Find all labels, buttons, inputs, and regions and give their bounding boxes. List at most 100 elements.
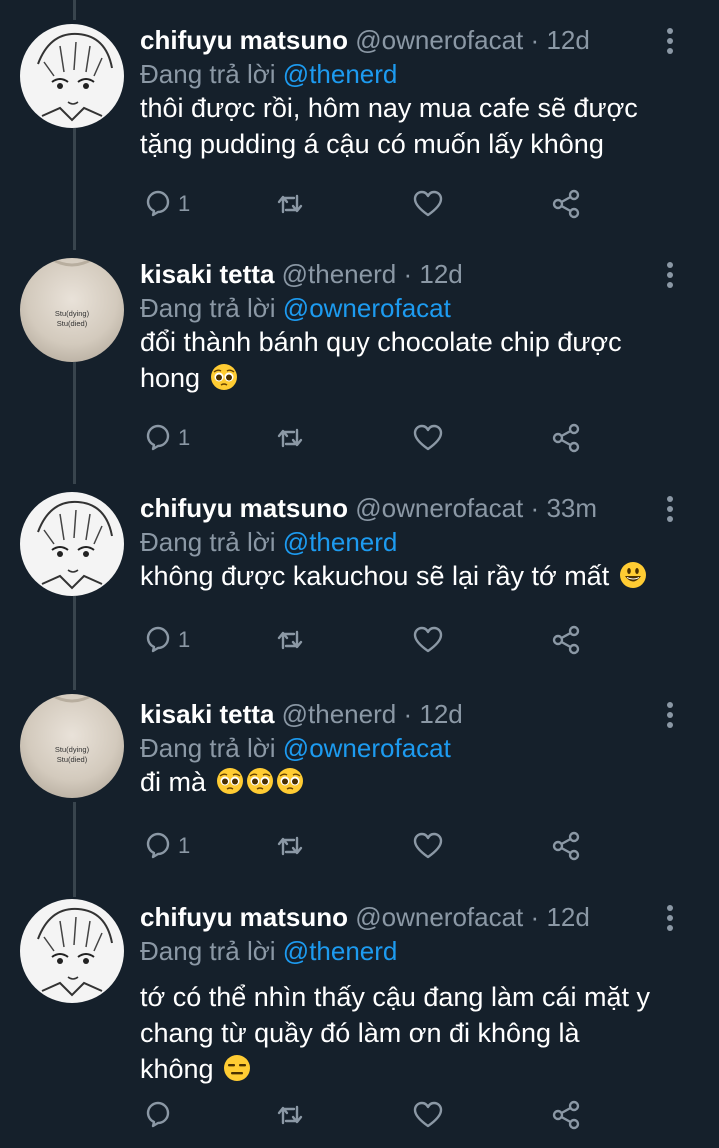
reply-context: Đang trả lời @thenerd — [140, 56, 397, 92]
tweet[interactable]: chifuyu matsuno @ownerofacat · 33m Đang … — [0, 490, 719, 680]
like-icon — [413, 424, 443, 451]
tweet-text: đổi thành bánh quy chocolate chip được h… — [140, 324, 680, 396]
avatar-shirt-photo: Stu(dying) Stu(died) — [49, 258, 95, 328]
avatar[interactable]: Stu(dying) Stu(died) — [20, 694, 124, 798]
avatar[interactable]: Stu(dying) Stu(died) — [20, 258, 124, 362]
avatar[interactable] — [20, 492, 124, 596]
tweet[interactable]: Stu(dying) Stu(died) kisaki tetta @thene… — [0, 256, 719, 476]
reply-prefix: Đang trả lời — [140, 527, 276, 557]
reply-context: Đang trả lời @thenerd — [140, 524, 397, 560]
timestamp[interactable]: 12d — [546, 902, 589, 932]
display-name[interactable]: kisaki tetta — [140, 259, 274, 289]
user-handle[interactable]: @thenerd — [282, 699, 397, 729]
shirt-text: Stu(died) — [57, 755, 88, 764]
tweet-text: đi mà — [140, 764, 680, 800]
user-handle[interactable]: @ownerofacat — [355, 902, 523, 932]
retweet-icon — [277, 428, 303, 448]
text-line: tớ có thể nhìn thấy cậu đang làm cái mặt… — [140, 982, 650, 1012]
reply-icon — [146, 626, 170, 653]
timestamp[interactable]: 12d — [546, 25, 589, 55]
text-line: tặng pudding á cậu có muốn lấy không — [140, 129, 604, 159]
tweet-header: chifuyu matsuno @ownerofacat · 12d — [140, 899, 659, 935]
like-button[interactable] — [412, 1095, 444, 1135]
share-button[interactable] — [550, 620, 582, 660]
like-button[interactable] — [412, 184, 444, 224]
pleading-face-emoji — [210, 364, 237, 390]
retweet-icon — [277, 194, 303, 214]
like-button[interactable] — [412, 418, 444, 458]
retweet-button[interactable] — [274, 1095, 306, 1135]
timestamp[interactable]: 12d — [419, 699, 462, 729]
reply-icon — [146, 1101, 170, 1128]
user-handle[interactable]: @ownerofacat — [355, 25, 523, 55]
mention-link[interactable]: @ownerofacat — [283, 733, 451, 763]
reply-prefix: Đang trả lời — [140, 293, 276, 323]
mention-link[interactable]: @thenerd — [283, 527, 398, 557]
retweet-button[interactable] — [274, 826, 306, 866]
action-bar: 1 — [140, 826, 600, 866]
reply-button[interactable]: 1 — [142, 620, 190, 660]
text-line: không được kakuchou sẽ lại rầy tớ mất — [140, 561, 610, 591]
more-icon[interactable] — [665, 262, 675, 290]
display-name[interactable]: chifuyu matsuno — [140, 493, 348, 523]
tweet-header: kisaki tetta @thenerd · 12d — [140, 696, 659, 732]
display-name[interactable]: chifuyu matsuno — [140, 25, 348, 55]
mention-link[interactable]: @thenerd — [283, 59, 398, 89]
like-button[interactable] — [412, 826, 444, 866]
avatar-manga-drawing — [37, 32, 113, 122]
timestamp[interactable]: 12d — [419, 259, 462, 289]
pleading-face-emoji — [246, 768, 273, 794]
thread-line — [73, 0, 76, 20]
more-icon[interactable] — [665, 905, 675, 933]
reply-prefix: Đang trả lời — [140, 59, 276, 89]
share-icon — [552, 625, 580, 655]
share-button[interactable] — [550, 1095, 582, 1135]
display-name[interactable]: chifuyu matsuno — [140, 902, 348, 932]
shirt-text: Stu(dying) — [55, 745, 90, 754]
share-button[interactable] — [550, 826, 582, 866]
reply-button[interactable]: 1 — [142, 826, 190, 866]
user-handle[interactable]: @ownerofacat — [355, 493, 523, 523]
reply-button[interactable]: 1 — [142, 418, 190, 458]
tweet-header: chifuyu matsuno @ownerofacat · 12d — [140, 22, 659, 58]
share-icon — [552, 189, 580, 219]
action-bar: 1 — [140, 620, 600, 660]
retweet-button[interactable] — [274, 184, 306, 224]
tweet-header: kisaki tetta @thenerd · 12d — [140, 256, 659, 292]
tweet[interactable]: chifuyu matsuno @ownerofacat · 12d Đang … — [0, 899, 719, 1148]
retweet-icon — [277, 1105, 303, 1125]
reply-count: 1 — [178, 191, 191, 216]
retweet-button[interactable] — [274, 620, 306, 660]
mention-link[interactable]: @thenerd — [283, 936, 398, 966]
share-button[interactable] — [550, 418, 582, 458]
user-handle[interactable]: @thenerd — [282, 259, 397, 289]
reply-count: 1 — [178, 627, 191, 652]
like-icon — [413, 1101, 443, 1128]
shirt-text: Stu(died) — [57, 319, 88, 328]
like-icon — [413, 832, 443, 859]
avatar[interactable] — [20, 24, 124, 128]
like-button[interactable] — [412, 620, 444, 660]
text-line: chang từ quầy đó làm ơn đi không là — [140, 1018, 580, 1048]
more-icon[interactable] — [665, 702, 675, 730]
more-icon[interactable] — [665, 496, 675, 524]
share-button[interactable] — [550, 184, 582, 224]
timestamp[interactable]: 33m — [546, 493, 597, 523]
like-icon — [413, 626, 443, 653]
pleading-face-emoji — [276, 768, 303, 794]
reply-button[interactable] — [142, 1095, 178, 1135]
avatar[interactable] — [20, 899, 124, 1003]
separator-dot: · — [530, 25, 540, 55]
tweet[interactable]: Stu(dying) Stu(died) kisaki tetta @thene… — [0, 694, 719, 886]
text-line: thôi được rồi, hôm nay mua cafe sẽ được — [140, 93, 638, 123]
more-icon[interactable] — [665, 28, 675, 56]
grinning-face-emoji — [619, 562, 646, 588]
separator-dot: · — [403, 259, 413, 289]
retweet-button[interactable] — [274, 418, 306, 458]
tweet[interactable]: chifuyu matsuno @ownerofacat · 12d Đang … — [0, 22, 719, 242]
display-name[interactable]: kisaki tetta — [140, 699, 274, 729]
mention-link[interactable]: @ownerofacat — [283, 293, 451, 323]
reply-count: 1 — [178, 425, 191, 450]
pleading-face-emoji — [216, 768, 243, 794]
reply-button[interactable]: 1 — [142, 184, 190, 224]
